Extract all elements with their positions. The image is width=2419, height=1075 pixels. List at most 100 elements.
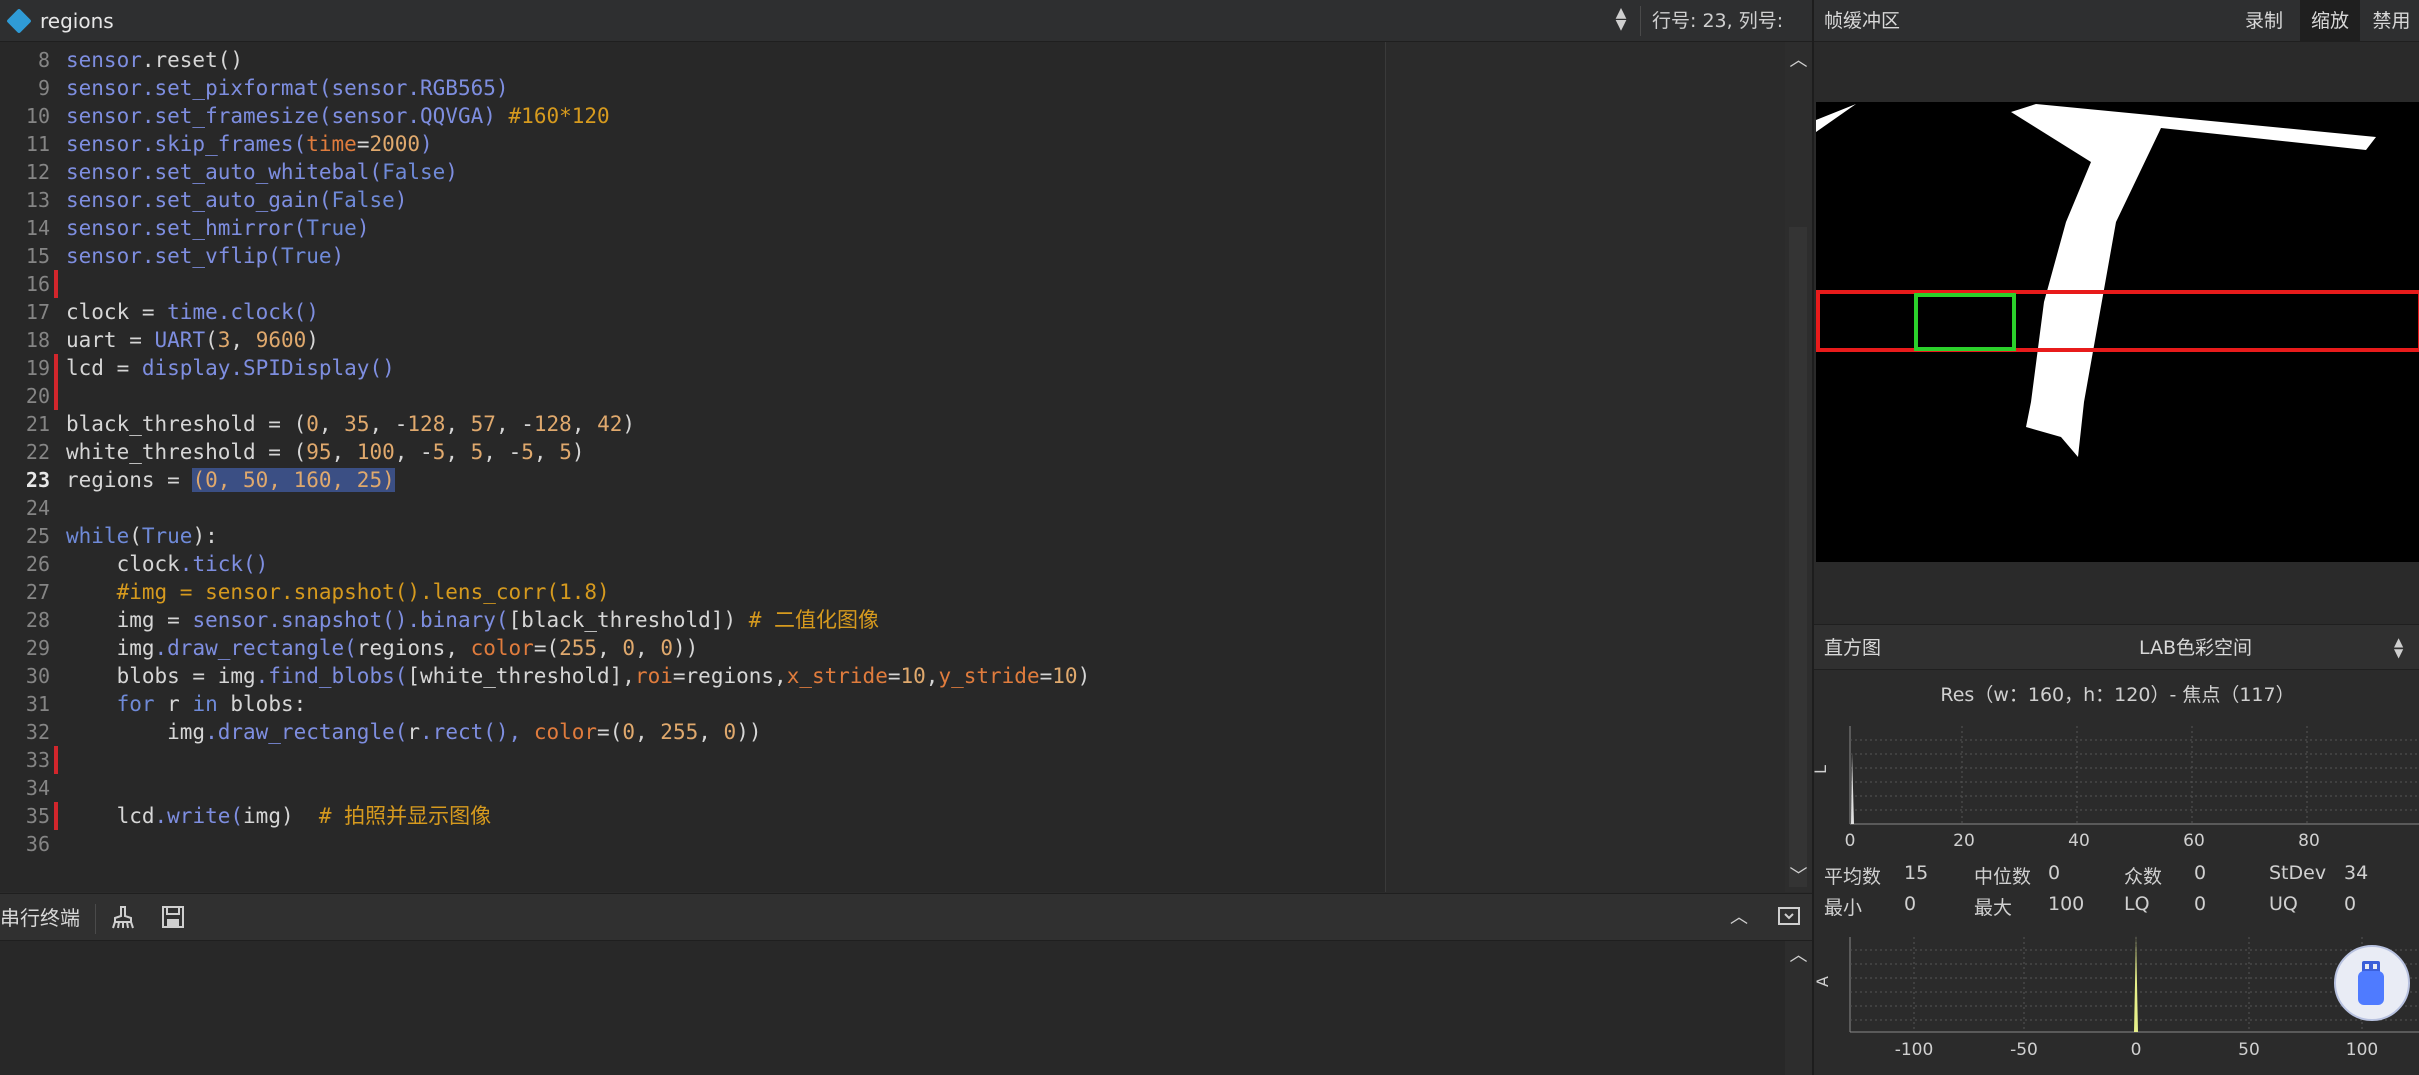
serial-terminal-output[interactable] xyxy=(0,941,1812,1075)
code-line[interactable]: 36 xyxy=(0,830,1385,858)
minimize-panel-icon[interactable] xyxy=(1774,904,1804,932)
code-lines: 8 sensor.reset() 9 sensor.set_pixformat(sen… xyxy=(0,46,1385,858)
line-number: 11 xyxy=(25,132,50,156)
code-line[interactable]: 14 sensor.set_hmirror(True) xyxy=(0,214,1385,242)
code-text: sensor.set_auto_whitebal(False) xyxy=(66,160,458,184)
code-line[interactable]: 30 blobs = img.find_blobs([white_thresho… xyxy=(0,662,1385,690)
line-number: 35 xyxy=(25,804,50,828)
chevron-up-icon[interactable]: ︿ xyxy=(1785,46,1812,72)
record-button[interactable]: 录制 xyxy=(2234,0,2294,42)
code-line[interactable]: 20 xyxy=(0,382,1385,410)
stat-label: 平均数 xyxy=(1824,866,1882,888)
sort-arrows-icon[interactable]: ▲ ▼ xyxy=(1608,6,1634,35)
code-line[interactable]: 25 while(True): xyxy=(0,522,1385,550)
code-line[interactable]: 26 clock.tick() xyxy=(0,550,1385,578)
code-line[interactable]: 34 xyxy=(0,774,1385,802)
code-line[interactable]: 32 img.draw_rectangle(r.rect(), color=(0… xyxy=(0,718,1385,746)
code-text: sensor.set_hmirror(True) xyxy=(66,216,370,240)
tick-label: 0 xyxy=(1845,831,1856,851)
code-line[interactable]: 23 regions = (0, 50, 160, 25) xyxy=(0,466,1385,494)
code-text: blobs = img.find_blobs([white_threshold]… xyxy=(66,664,1091,688)
tick-label: 50 xyxy=(2238,1040,2260,1060)
line-number: 9 xyxy=(37,76,50,100)
terminal-label[interactable]: 串行终端 xyxy=(0,894,80,942)
stat-label: 最大 xyxy=(1974,897,2013,919)
resolution-info: Res（w：160，h：120）- 焦点（117） xyxy=(1940,684,2295,706)
code-line[interactable]: 33 xyxy=(0,746,1385,774)
code-line[interactable]: 18 uart = UART(3, 9600) xyxy=(0,326,1385,354)
tick-label: -50 xyxy=(2010,1040,2038,1060)
zoom-button[interactable]: 缩放 xyxy=(2300,0,2360,42)
terminal-scrollbar[interactable]: ︿ xyxy=(1785,941,1812,1075)
code-line[interactable]: 27 #img = sensor.snapshot().lens_corr(1.… xyxy=(0,578,1385,606)
histogram-label: 直方图 xyxy=(1824,637,1882,659)
code-text: sensor.reset() xyxy=(66,48,244,72)
code-line[interactable]: 12 sensor.set_auto_whitebal(False) xyxy=(0,158,1385,186)
code-text: sensor.set_pixformat(sensor.RGB565) xyxy=(66,76,509,100)
code-line[interactable]: 15 sensor.set_vflip(True) xyxy=(0,242,1385,270)
line-number: 17 xyxy=(25,300,50,324)
disable-button[interactable]: 禁用 xyxy=(2362,0,2419,42)
scrollbar-thumb[interactable] xyxy=(1789,227,1807,887)
code-text: #img = sensor.snapshot().lens_corr(1.8) xyxy=(66,580,610,604)
tick-label: 40 xyxy=(2068,831,2090,851)
code-line[interactable]: 10 sensor.set_framesize(sensor.QQVGA) #16… xyxy=(0,102,1385,130)
divider xyxy=(1640,6,1641,36)
tick-label: -100 xyxy=(1895,1040,1934,1060)
code-line[interactable]: 35 lcd.write(img) # 拍照并显示图像 xyxy=(0,802,1385,830)
stat-value: 0 xyxy=(2048,862,2061,884)
stat-label: LQ xyxy=(2124,893,2150,915)
l-axis-label: L xyxy=(1814,765,1830,774)
code-line[interactable]: 31 for r in blobs: xyxy=(0,690,1385,718)
line-number: 33 xyxy=(25,748,50,772)
chevron-down-icon[interactable]: ﹀ xyxy=(1785,862,1812,888)
file-tab-title: regions xyxy=(40,9,114,33)
code-text: for r in blobs: xyxy=(116,692,307,716)
code-line[interactable]: 13 sensor.set_auto_gain(False) xyxy=(0,186,1385,214)
code-text: clock = time.clock() xyxy=(66,300,319,324)
code-line[interactable]: 9 sensor.set_pixformat(sensor.RGB565) xyxy=(0,74,1385,102)
stat-value: 34 xyxy=(2344,862,2369,884)
code-text: lcd = display.SPIDisplay() xyxy=(66,356,395,380)
modified-line-marker xyxy=(54,382,58,410)
code-text: img.draw_rectangle(r.rect(), color=(0, 2… xyxy=(66,720,762,744)
code-line[interactable]: 19 lcd = display.SPIDisplay() xyxy=(0,354,1385,382)
save-icon[interactable] xyxy=(158,904,188,932)
tick-label: 60 xyxy=(2183,831,2205,851)
stat-value: 0 xyxy=(2194,862,2207,884)
code-line[interactable]: 16 xyxy=(0,270,1385,298)
line-number: 19 xyxy=(25,356,50,380)
chevron-up-icon[interactable]: ︿ xyxy=(1724,904,1754,932)
code-text: img.draw_rectangle(regions, color=(255, … xyxy=(66,636,699,660)
tick-label: 0 xyxy=(2131,1040,2142,1060)
line-number: 29 xyxy=(25,636,50,660)
right-panel: 帧缓冲区 录制 缩放 禁用 直方图 LAB色彩空间 ▲ ▼ Res（w：160，h… xyxy=(1812,0,2419,1075)
stat-value: 100 xyxy=(2048,893,2085,915)
code-text: clock.tick() xyxy=(66,552,269,576)
code-line[interactable]: 28 img = sensor.snapshot().binary([black… xyxy=(0,606,1385,634)
tick-label: 20 xyxy=(1953,831,1975,851)
code-line[interactable]: 29 img.draw_rectangle(regions, color=(25… xyxy=(0,634,1385,662)
a-axis-label: A xyxy=(1814,976,1832,987)
code-line[interactable]: 22 white_threshold = (95, 100, -5, 5, -5,… xyxy=(0,438,1385,466)
framebuffer-view xyxy=(1814,42,2419,624)
usb-drive-icon[interactable] xyxy=(2334,945,2410,1021)
stat-label: UQ xyxy=(2269,893,2298,915)
code-line[interactable]: 8 sensor.reset() xyxy=(0,46,1385,74)
code-line[interactable]: 11 sensor.skip_frames(time=2000) xyxy=(0,130,1385,158)
modified-line-marker xyxy=(54,270,58,298)
clear-terminal-icon[interactable] xyxy=(110,904,140,932)
framebuffer-image xyxy=(1816,102,2419,562)
code-text: sensor.set_vflip(True) xyxy=(66,244,345,268)
code-line[interactable]: 17 clock = time.clock() xyxy=(0,298,1385,326)
code-editor[interactable]: 8 sensor.reset() 9 sensor.set_pixformat(sen… xyxy=(0,42,1385,892)
openmv-ide-window: regions ▲▼ 行号: 23, 列号: 27 8 sensor.reset(… xyxy=(0,0,2419,1075)
code-line[interactable]: 24 xyxy=(0,494,1385,522)
editor-scrollbar[interactable]: ︿ ﹀ xyxy=(1785,42,1812,892)
stat-label: StDev xyxy=(2269,862,2327,884)
select-arrows-icon[interactable]: ▲ ▼ xyxy=(2394,636,2403,659)
file-tab[interactable]: regions xyxy=(0,0,114,42)
code-line[interactable]: 21 black_threshold = (0, 35, -128, 57, -1… xyxy=(0,410,1385,438)
colorspace-select[interactable]: LAB色彩空间 xyxy=(2139,625,2252,671)
code-text: while(True): xyxy=(66,524,218,548)
